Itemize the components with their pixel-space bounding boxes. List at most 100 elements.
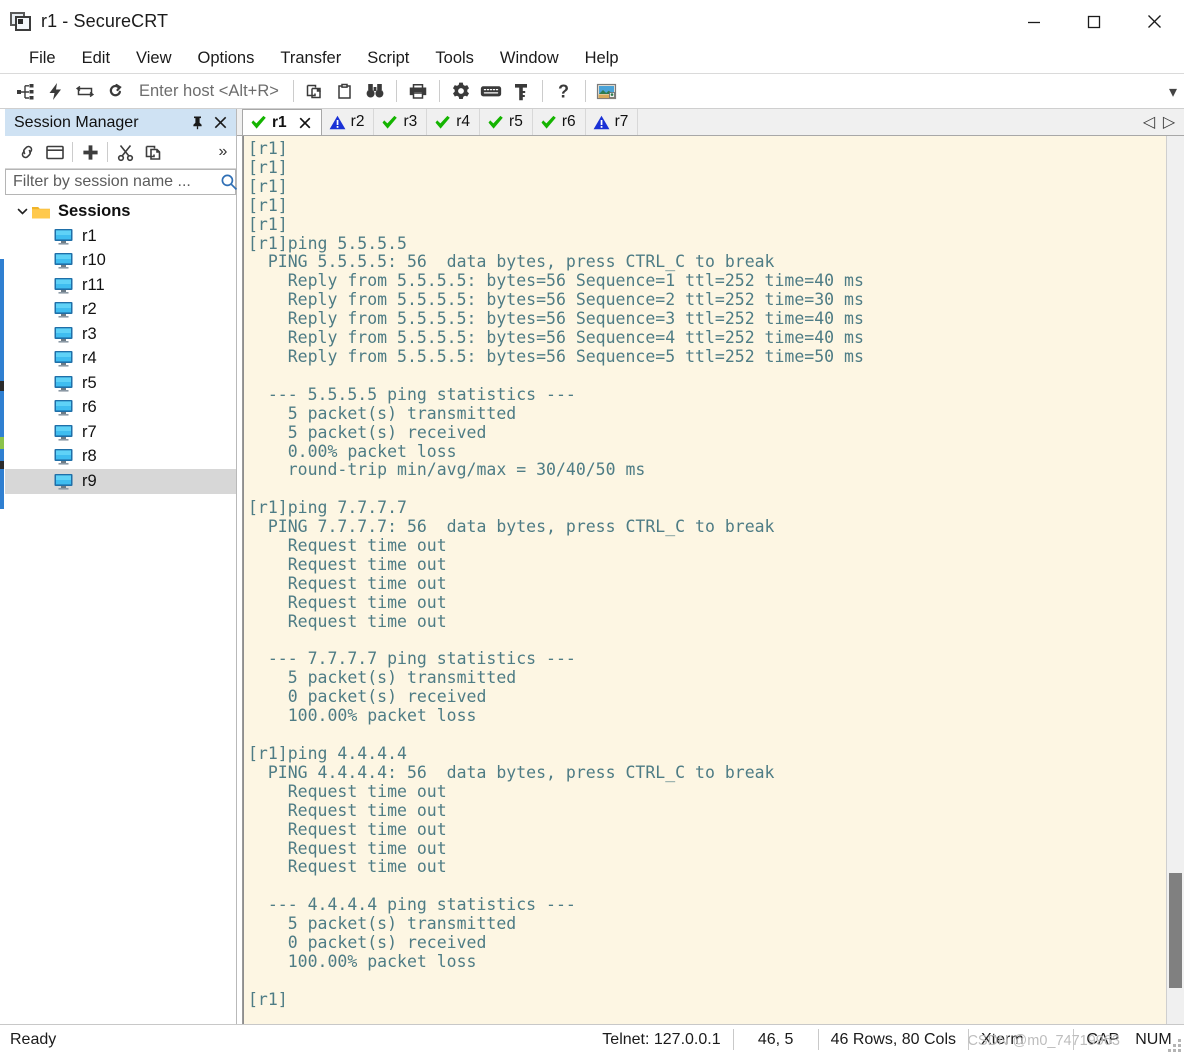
terminal-scrollbar[interactable] (1166, 136, 1184, 1024)
terminal-line: round-trip min/avg/max = 30/40/50 ms (248, 460, 646, 480)
session-tab-r7[interactable]: r7 (585, 109, 639, 135)
new-session-icon[interactable] (76, 139, 104, 166)
session-tab-r5[interactable]: r5 (480, 109, 533, 135)
session-tree-item-r3[interactable]: r3 (5, 322, 236, 347)
toolbar-divider-4 (541, 80, 543, 102)
session-tab-r3[interactable]: r3 (374, 109, 428, 135)
tab-close-icon[interactable] (298, 116, 312, 130)
session-tree-item-r11[interactable]: r11 (5, 273, 236, 298)
menu-file[interactable]: File (16, 47, 69, 70)
session-tab-r2[interactable]: r2 (321, 109, 375, 135)
minimize-button[interactable] (1004, 0, 1064, 44)
session-filter-input[interactable] (13, 173, 220, 191)
print-icon[interactable] (403, 76, 433, 106)
session-tree-item-r1[interactable]: r1 (5, 224, 236, 249)
terminal-line: 100.00% packet loss (248, 706, 477, 726)
tab-next-button[interactable]: ▷ (1160, 112, 1178, 132)
main-toolbar: Enter host <Alt+R> ? ▾ (0, 74, 1184, 109)
session-filter[interactable] (5, 169, 238, 195)
green-check-icon (540, 115, 557, 130)
status-ready: Ready (10, 1030, 57, 1048)
copy-session-icon[interactable] (139, 139, 167, 166)
session-tree-item-r7[interactable]: r7 (5, 420, 236, 445)
toolbar-overflow-button[interactable]: ▾ (1162, 76, 1184, 106)
terminal-scrollbar-thumb[interactable] (1169, 873, 1182, 989)
toolbar-divider-2 (395, 80, 397, 102)
menu-edit[interactable]: Edit (69, 47, 123, 70)
key-icon[interactable] (506, 76, 536, 106)
svg-text:?: ? (558, 82, 569, 101)
session-tree-item-r4[interactable]: r4 (5, 347, 236, 372)
securecrt-icon (10, 11, 32, 32)
session-tab-r4[interactable]: r4 (427, 109, 481, 135)
terminal-line: --- 4.4.4.4 ping statistics --- (248, 895, 576, 915)
sm-divider-2 (107, 142, 108, 162)
edge-docked-panel-strip[interactable] (0, 109, 5, 1024)
blue-warning-icon (329, 115, 346, 130)
terminal-line: Reply from 5.5.5.5: bytes=56 Sequence=3 … (248, 309, 864, 329)
reconnect-icon[interactable] (100, 76, 130, 106)
secure-image-icon[interactable] (592, 76, 622, 106)
tab-prev-button[interactable]: ◁ (1140, 112, 1158, 132)
status-emulation: Xterm (981, 1030, 1024, 1048)
session-tree-root[interactable]: Sessions (5, 199, 236, 224)
monitor-icon (53, 228, 74, 245)
menu-help[interactable]: Help (572, 47, 632, 70)
session-tab-bar: r1 r2 r3 r4 r5 r6 r7 ◁ ▷ (237, 109, 1184, 136)
session-tree-item-r10[interactable]: r10 (5, 249, 236, 274)
session-tree-item-r2[interactable]: r2 (5, 298, 236, 323)
terminal-line: [r1]ping 7.7.7.7 (248, 498, 407, 518)
chevron-down-icon[interactable] (14, 203, 31, 220)
close-icon[interactable] (212, 113, 229, 132)
session-tree-item-r5[interactable]: r5 (5, 371, 236, 396)
maximize-button[interactable] (1064, 0, 1124, 44)
green-check-icon (381, 115, 398, 130)
terminal-line: Request time out (248, 592, 447, 612)
session-tree-item-r8[interactable]: r8 (5, 445, 236, 470)
terminal-line: 5 packet(s) transmitted (248, 403, 517, 423)
menu-transfer[interactable]: Transfer (267, 47, 354, 70)
status-caps: CAP (1086, 1030, 1120, 1048)
pin-icon[interactable] (189, 113, 206, 132)
monitor-icon (53, 326, 74, 343)
session-tab-label: r1 (272, 113, 287, 131)
close-button[interactable] (1124, 0, 1184, 44)
connect-icon[interactable] (10, 76, 40, 106)
session-tree-item-r6[interactable]: r6 (5, 396, 236, 421)
paste-icon[interactable] (330, 76, 360, 106)
search-icon[interactable] (220, 173, 238, 191)
copy-icon[interactable] (300, 76, 330, 106)
session-tree-item-r9[interactable]: r9 (5, 469, 236, 494)
keyboard-icon[interactable] (476, 76, 506, 106)
session-tab-label: r4 (456, 113, 471, 130)
terminal-line: Request time out (248, 781, 447, 801)
quick-connect-icon[interactable] (40, 76, 70, 106)
connect-in-tab-icon[interactable] (70, 76, 100, 106)
main-body: Session Manager » Filter by session name… (0, 109, 1184, 1024)
host-entry-field[interactable]: Enter host <Alt+R> (130, 82, 279, 101)
menu-window[interactable]: Window (487, 47, 572, 70)
gear-icon[interactable] (446, 76, 476, 106)
session-tree[interactable]: Sessions r1 r10 r11 r2 r3 r4 r5 r6 r7 r8 r9 (5, 195, 236, 1024)
connect-session-icon[interactable] (13, 139, 41, 166)
menu-script[interactable]: Script (354, 47, 422, 70)
session-tree-item-label: r5 (82, 373, 97, 392)
terminal-line: Request time out (248, 800, 447, 820)
menu-bar: File Edit View Options Transfer Script T… (0, 44, 1184, 74)
menu-tools[interactable]: Tools (422, 47, 487, 70)
session-tab-r1[interactable]: r1 (242, 109, 322, 135)
cut-icon[interactable] (111, 139, 139, 166)
find-icon[interactable] (360, 76, 390, 106)
menu-view[interactable]: View (123, 47, 184, 70)
terminal-output[interactable]: [r1] [r1] [r1] [r1] [r1] [r1]ping 5.5.5.5 PIN… (243, 136, 1166, 1024)
help-icon[interactable]: ? (549, 76, 579, 106)
monitor-icon (53, 473, 74, 490)
menu-options[interactable]: Options (185, 47, 268, 70)
session-toolbar-overflow[interactable]: » (214, 139, 236, 166)
new-window-icon[interactable] (41, 139, 69, 166)
session-tab-r6[interactable]: r6 (532, 109, 586, 135)
session-tree-item-label: r11 (82, 275, 105, 294)
